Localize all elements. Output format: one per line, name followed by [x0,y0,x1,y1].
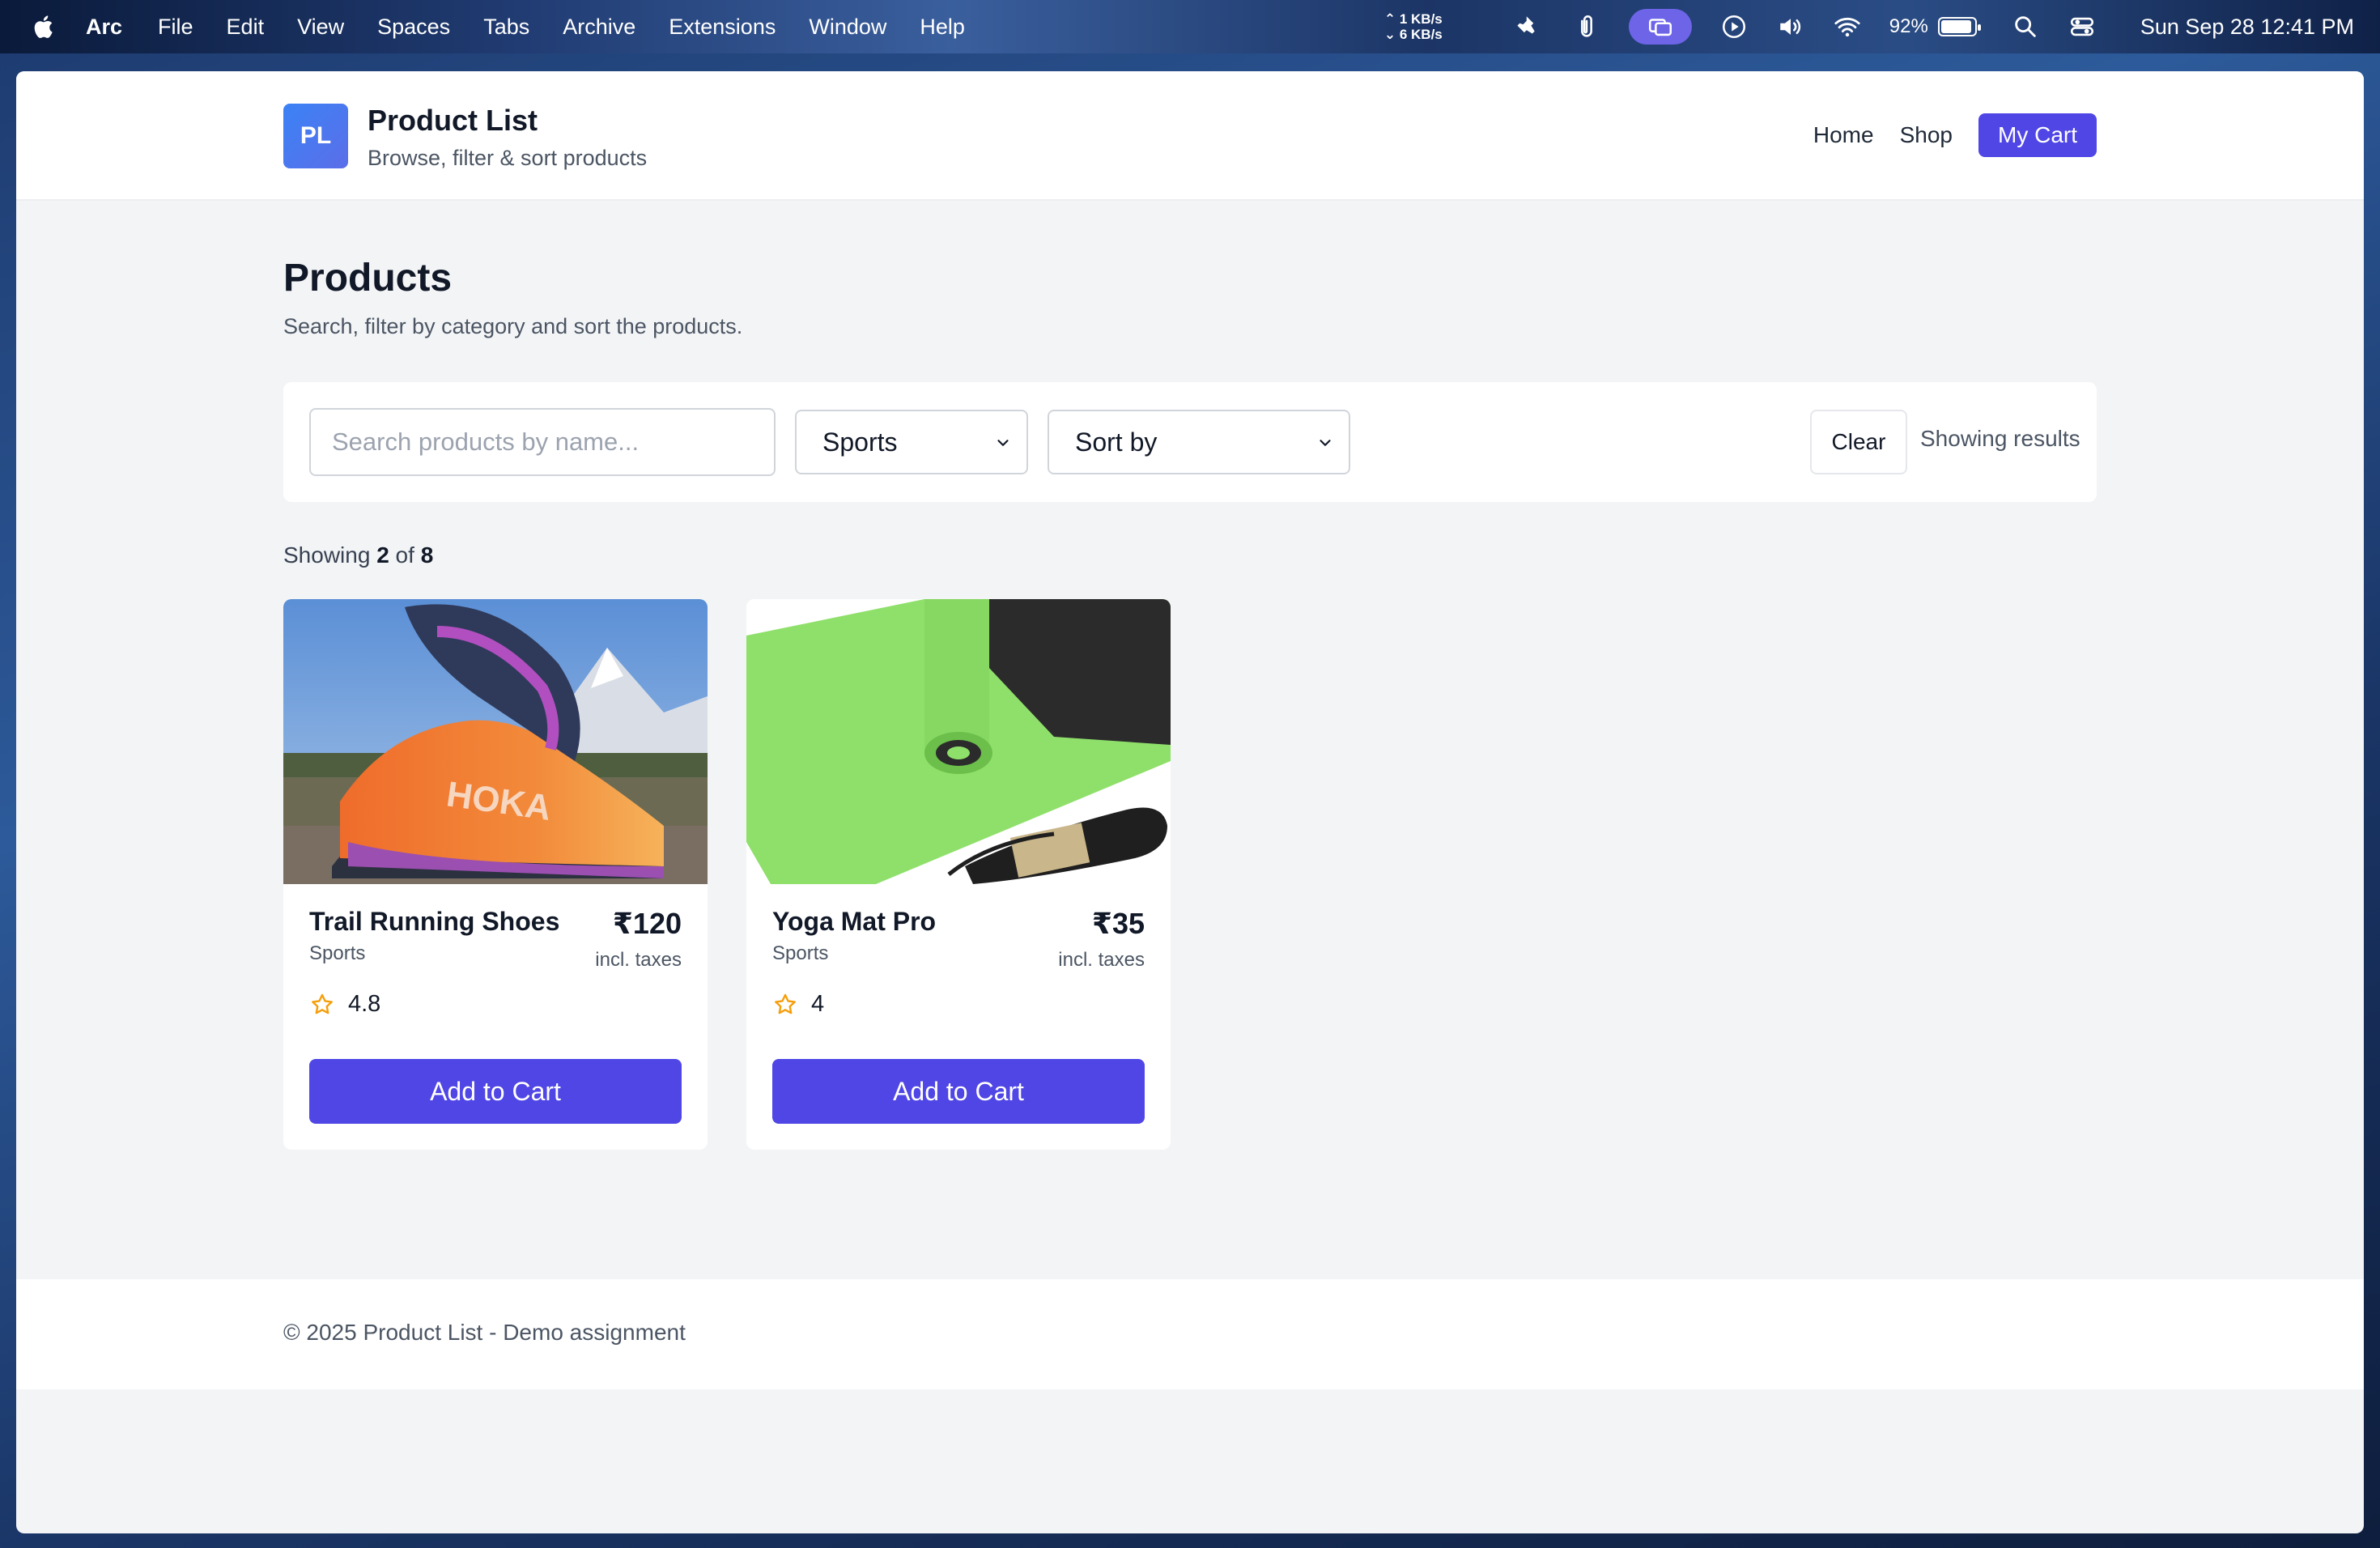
results-shown: 2 [376,542,389,568]
site-logo[interactable]: PL [283,104,348,168]
menu-extensions[interactable]: Extensions [669,15,776,40]
star-icon [775,993,796,1014]
volume-icon[interactable] [1776,12,1805,41]
menu-file[interactable]: File [158,15,193,40]
category-select[interactable]: Sports [795,410,1028,474]
product-name[interactable]: Trail Running Shoes [309,907,559,937]
product-name[interactable]: Yoga Mat Pro [772,907,936,937]
clear-filters-button[interactable]: Clear [1810,410,1907,474]
menubar-clock[interactable]: Sun Sep 28 12:41 PM [2140,15,2354,40]
screen-mirroring-icon[interactable] [1628,9,1692,45]
pin-icon[interactable] [1515,12,1545,41]
site-header: PL Product List Browse, filter & sort pr… [16,71,2364,201]
battery-percent: 92% [1889,15,1928,37]
my-cart-button[interactable]: My Cart [1978,113,2097,157]
results-count: Showing 2 of 8 [283,542,433,568]
chevron-down-icon [997,440,1009,446]
results-of: of [395,542,414,568]
results-status: Showing results [1920,426,2080,451]
nav-home-link[interactable]: Home [1813,122,1874,148]
menu-view[interactable]: View [297,15,344,40]
product-card[interactable]: Yoga Mat Pro Sports ₹35 incl. taxes 4 Ad… [746,599,1171,1150]
menu-edit[interactable]: Edit [227,15,265,40]
menu-tabs[interactable]: Tabs [483,15,529,40]
site-title: Product List [368,104,538,137]
net-up: 1 KB/s [1399,11,1443,27]
chevron-down-icon [1320,440,1331,446]
results-prefix: Showing [283,542,371,568]
paperclip-icon[interactable] [1572,12,1601,41]
control-center-icon[interactable] [2068,12,2097,41]
battery-fill [1940,20,1971,33]
product-price: ₹35 [1091,907,1145,940]
browser-window: PL Product List Browse, filter & sort pr… [16,71,2364,1533]
apple-logo-icon[interactable] [31,13,58,40]
product-rating-value: 4.8 [348,991,381,1017]
product-image-yoga-mat[interactable] [746,599,1171,884]
filter-bar: Sports Sort by Clear Showing results [283,382,2097,502]
network-stats[interactable]: ⌃ 1 KB/s ⌄ 6 KB/s [1384,11,1443,42]
add-to-cart-button[interactable]: Add to Cart [309,1059,682,1124]
spotlight-search-icon[interactable] [2011,12,2040,41]
site-subtitle: Browse, filter & sort products [368,146,648,170]
menu-help[interactable]: Help [920,15,965,40]
product-price: ₹120 [612,907,682,940]
add-to-cart-button[interactable]: Add to Cart [772,1059,1145,1124]
sort-select[interactable]: Sort by [1048,410,1350,474]
menu-spaces[interactable]: Spaces [377,15,450,40]
product-category: Sports [772,942,829,964]
product-tax-note: incl. taxes [595,949,682,971]
wifi-icon[interactable] [1833,12,1862,41]
main-nav: Home Shop My Cart [1813,113,2097,157]
net-down-row: ⌄ 6 KB/s [1383,27,1443,42]
product-card[interactable]: HOKA Trail Running Shoes Sports ₹120 inc… [283,599,708,1150]
menu-archive[interactable]: Archive [563,15,635,40]
product-tax-note: incl. taxes [1058,949,1145,971]
category-select-value: Sports [822,427,898,457]
page-subtitle: Search, filter by category and sort the … [283,314,743,338]
play-icon[interactable] [1719,12,1749,41]
sort-select-value: Sort by [1075,427,1158,457]
net-up-row: ⌃ 1 KB/s [1383,11,1443,27]
menu-app-name[interactable]: Arc [86,15,122,40]
menu-window[interactable]: Window [809,15,886,40]
product-image-trail-running-shoe[interactable]: HOKA [283,599,708,884]
product-rating: 4.8 [309,991,380,1018]
results-total: 8 [420,542,434,568]
nav-shop-link[interactable]: Shop [1900,122,1953,148]
product-rating: 4 [772,991,824,1018]
footer-copyright: © 2025 Product List - Demo assignment [283,1320,686,1345]
menubar-status-area: ⌃ 1 KB/s ⌄ 6 KB/s 92% Sun Sep 28 12:41 P… [1384,0,2380,53]
star-icon [312,993,333,1014]
page-title: Products [283,257,453,300]
macos-menubar: Arc File Edit View Spaces Tabs Archive E… [0,0,2380,53]
site-footer: © 2025 Product List - Demo assignment [16,1279,2364,1389]
search-input[interactable] [309,408,776,476]
product-rating-value: 4 [811,991,825,1017]
battery-icon[interactable] [1937,17,1981,36]
product-category: Sports [309,942,366,964]
net-down: 6 KB/s [1399,27,1443,42]
